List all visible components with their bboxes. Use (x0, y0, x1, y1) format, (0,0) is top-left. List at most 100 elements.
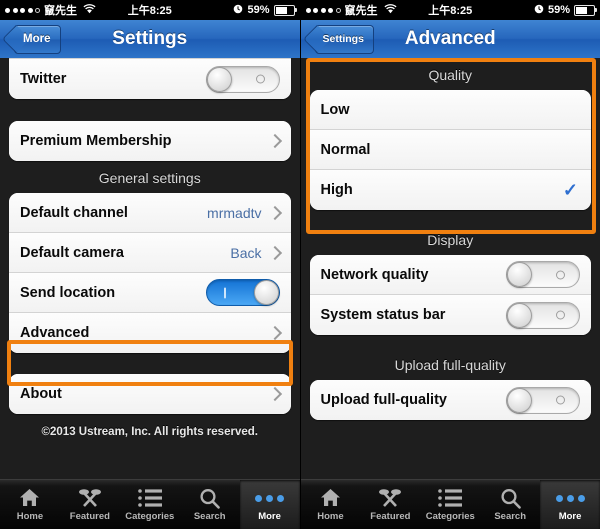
row-label-twitter: Twitter (20, 71, 67, 87)
tab-featured[interactable]: Featured (360, 480, 420, 529)
tab-categories[interactable]: Categories (420, 480, 480, 529)
tab-search[interactable]: Search (180, 480, 240, 529)
carrier-name: 竄先生 (344, 5, 378, 17)
alarm-clock-icon (534, 4, 544, 17)
tab-search[interactable]: Search (480, 480, 540, 529)
row-label-normal: Normal (320, 141, 371, 158)
row-label-about: About (20, 386, 62, 402)
tab-label-home: Home (317, 511, 344, 522)
dual-phone-screenshot: 竄先生 上午8:25 59% More Settings Twitter Pre… (0, 0, 600, 529)
home-icon (19, 487, 40, 509)
section-header-general-settings: General settings (98, 170, 201, 186)
tab-bar-left: Home Featured Categories Search More (0, 479, 300, 529)
chevron-right-icon (267, 386, 282, 402)
signal-strength-icon (5, 7, 40, 13)
settings-group-upload: Upload full-quality (309, 380, 591, 420)
row-advanced[interactable]: Advanced (9, 313, 291, 353)
three-dots-icon (555, 487, 585, 509)
row-quality-high[interactable]: High ✓ (309, 170, 591, 210)
section-header-display: Display (427, 232, 474, 248)
row-label-send-location: Send location (20, 284, 116, 301)
signal-strength-icon (305, 7, 341, 13)
crossed-utensils-icon (377, 487, 403, 509)
status-bar-right-group: 59% (233, 4, 297, 17)
tab-categories[interactable]: Categories (120, 480, 180, 529)
chevron-right-icon (267, 245, 282, 260)
tab-home[interactable]: Home (0, 480, 60, 529)
settings-group-general: Default channel mrmadtv Default camera B… (9, 193, 291, 353)
nav-bar-right: Settings Advanced (300, 20, 600, 59)
row-label-system-status-bar: System status bar (320, 307, 446, 323)
row-about[interactable]: About (9, 374, 291, 414)
row-premium-membership[interactable]: Premium Membership (9, 121, 291, 161)
tab-bar-right: Home Featured Categories Search More (300, 479, 600, 529)
tab-label-categories: Categories (125, 511, 175, 522)
section-header-quality: Quality (428, 67, 473, 83)
section-header-upload-full-quality: Upload full-quality (394, 357, 506, 373)
tab-home[interactable]: Home (301, 480, 361, 529)
status-bar-right: 竄先生 上午8:25 59% (300, 0, 600, 20)
status-bar-left-group: 竄先生 (5, 2, 96, 18)
chevron-right-icon (267, 133, 282, 149)
settings-group-premium: Premium Membership (9, 121, 291, 161)
tab-label-more: Search (193, 511, 226, 522)
right-phone-screen: 竄先生 上午8:25 59% Settings Advanced Quality (300, 0, 600, 529)
tab-label-search: Search (494, 511, 527, 522)
settings-scroll-content[interactable]: Twitter Premium Membership General setti… (0, 58, 300, 480)
copyright-text: ©2013 Ustream, Inc. All rights reserved. (41, 426, 258, 438)
wifi-icon (83, 3, 96, 17)
back-button-more[interactable]: More (14, 24, 62, 54)
row-upload-full-quality[interactable]: Upload full-quality (309, 380, 591, 420)
left-phone-screen: 竄先生 上午8:25 59% More Settings Twitter Pre… (0, 0, 301, 529)
carrier-name: 竄先生 (44, 5, 77, 17)
settings-group-accounts: Twitter (9, 58, 291, 99)
nav-bar-left: More Settings (0, 20, 300, 59)
settings-group-quality: Low Normal High ✓ (309, 90, 591, 210)
settings-group-about: About (9, 374, 291, 414)
crossed-utensils-icon (77, 487, 103, 509)
tab-more[interactable]: More (540, 480, 600, 529)
chevron-right-icon (267, 205, 282, 220)
tab-more[interactable]: More (239, 480, 300, 529)
status-bar-left-group: 竄先生 (305, 2, 397, 18)
back-button-settings[interactable]: Settings (314, 24, 374, 54)
row-quality-normal[interactable]: Normal (309, 130, 591, 170)
advanced-scroll-content[interactable]: Quality Low Normal High ✓ Display Networ… (300, 58, 600, 480)
battery-icon (273, 4, 297, 16)
wifi-icon (383, 3, 397, 17)
row-label-upload-full-quality: Upload full-quality (320, 392, 447, 408)
row-send-location[interactable]: Send location (9, 273, 291, 313)
battery-percent: 59% (547, 4, 570, 16)
magnifier-icon (500, 487, 521, 509)
row-default-camera[interactable]: Default camera Back (9, 233, 291, 273)
toggle-upload-full-quality[interactable] (506, 386, 580, 414)
status-bar-right-group: 59% (534, 4, 597, 17)
row-value-default-camera: Back (230, 244, 262, 261)
row-value-default-channel: mrmadtv (207, 204, 262, 221)
battery-icon (574, 4, 597, 16)
three-dots-icon (255, 487, 285, 509)
row-label-advanced: Advanced (20, 325, 90, 341)
tab-featured[interactable]: Featured (60, 480, 120, 529)
row-twitter[interactable]: Twitter (9, 59, 291, 99)
list-icon (438, 487, 463, 509)
magnifier-icon (199, 487, 220, 509)
tab-label-featured: Featured (69, 511, 110, 522)
toggle-send-location[interactable] (205, 279, 280, 306)
toggle-network-quality[interactable] (506, 261, 580, 288)
home-icon (320, 487, 341, 509)
row-label-network-quality: Network quality (320, 266, 429, 283)
tab-label-more-active: More (258, 511, 281, 522)
row-default-channel[interactable]: Default channel mrmadtv (9, 193, 291, 233)
status-bar-left: 竄先生 上午8:25 59% (0, 0, 300, 20)
tab-label-featured: Featured (370, 511, 411, 522)
row-quality-low[interactable]: Low (309, 90, 591, 130)
toggle-twitter[interactable] (205, 65, 280, 93)
row-network-quality[interactable]: Network quality (309, 255, 591, 295)
row-system-status-bar[interactable]: System status bar (309, 295, 591, 335)
row-label-high: High (320, 182, 353, 198)
alarm-clock-icon (233, 4, 243, 17)
battery-percent: 59% (247, 4, 270, 16)
toggle-system-status-bar[interactable] (506, 301, 580, 329)
tab-label-home: Home (16, 511, 44, 522)
